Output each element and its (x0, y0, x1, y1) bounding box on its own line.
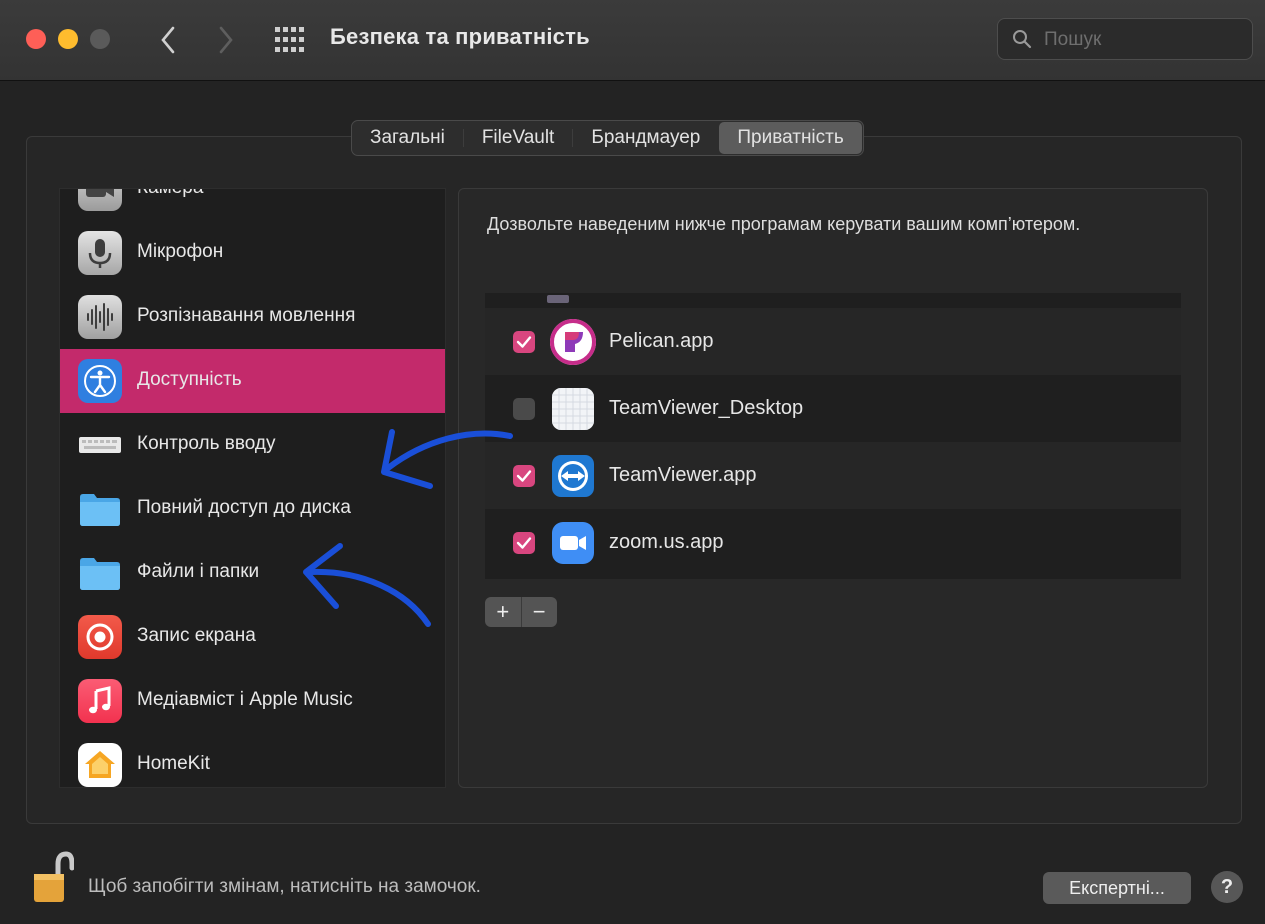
pelican-app-icon (549, 318, 597, 366)
speech-waveform-icon (78, 295, 122, 339)
accessibility-icon (78, 359, 122, 403)
sidebar-item-label: Медіавміст і Apple Music (137, 689, 353, 710)
sidebar-item-label: Файли і папки (137, 561, 260, 582)
teamviewer-icon (549, 452, 597, 500)
lock-hint-text: Щоб запобігти змінам, натисніть на замоч… (88, 876, 481, 897)
sidebar-item-label: Розпізнавання мовлення (137, 305, 356, 326)
sidebar-item-microphone[interactable]: Мікрофон (60, 221, 445, 285)
app-name: Pelican.app (609, 330, 714, 352)
privacy-detail-panel: Дозвольте наведеним нижче програмам керу… (458, 188, 1208, 788)
back-button[interactable] (150, 22, 186, 58)
title-bar: Безпека та приватність (0, 0, 1265, 81)
sidebar-item-media-and-apple-music[interactable]: Медіавміст і Apple Music (60, 669, 445, 733)
unlocked-padlock-icon (34, 851, 75, 902)
tab-general[interactable]: Загальні (352, 121, 463, 155)
sidebar-item-files-and-folders[interactable]: Файли і папки (60, 541, 445, 605)
folder-icon (78, 487, 122, 531)
grid-icon (275, 27, 304, 52)
sidebar-item-label: Мікрофон (137, 241, 224, 262)
close-window-button[interactable] (26, 29, 46, 49)
chevron-right-icon (219, 26, 233, 54)
app-name: zoom.us.app (609, 531, 724, 553)
sidebar-item-label: HomeKit (137, 753, 210, 774)
music-note-icon (78, 679, 122, 723)
tab-filevault[interactable]: FileVault (464, 121, 573, 155)
sidebar-item-input-monitoring[interactable]: Контроль вводу (60, 413, 445, 477)
checkbox-teamviewer[interactable] (513, 465, 535, 487)
sidebar-item-label: Контроль вводу (137, 433, 276, 454)
checkmark-icon (516, 537, 532, 549)
camera-icon (78, 189, 122, 211)
sidebar-item-homekit[interactable]: HomeKit (60, 733, 445, 787)
help-button[interactable]: ? (1211, 871, 1243, 903)
lock-button[interactable] (30, 850, 75, 906)
chevron-left-icon (161, 26, 175, 54)
zoom-icon (549, 519, 597, 567)
sidebar-item-label: Повний доступ до диска (137, 497, 351, 518)
sidebar-item-label: Камера (137, 189, 203, 199)
keyboard-icon (78, 423, 122, 467)
privacy-category-list[interactable]: Камера Мікрофон Розпізнавання мовлення Д… (59, 188, 446, 788)
show-all-grid-button[interactable] (274, 26, 306, 54)
tab-bar: Загальні FileVault Брандмауер Приватніст… (351, 120, 864, 156)
list-item-teamviewer[interactable]: TeamViewer.app (485, 442, 1181, 509)
zoom-window-button[interactable] (90, 29, 110, 49)
tab-privacy[interactable]: Приватність (719, 122, 862, 154)
remove-button[interactable]: − (521, 597, 557, 627)
list-item[interactable] (485, 293, 1181, 308)
tab-firewall[interactable]: Брандмауер (573, 121, 718, 155)
checkmark-icon (516, 470, 532, 482)
checkmark-icon (516, 336, 532, 348)
app-name: TeamViewer.app (609, 464, 757, 486)
sidebar-item-label: Запис екрана (137, 625, 256, 646)
microphone-icon (78, 231, 122, 275)
minimize-window-button[interactable] (58, 29, 78, 49)
checkbox-zoom[interactable] (513, 532, 535, 554)
window-title: Безпека та приватність (330, 24, 590, 49)
blank-app-icon (549, 385, 597, 433)
list-item-pelican[interactable]: Pelican.app (485, 308, 1181, 375)
sidebar-item-label: Доступність (137, 369, 242, 390)
screen-record-icon (78, 615, 122, 659)
panel-description: Дозвольте наведеним нижче програмам керу… (487, 214, 1081, 234)
list-item-zoom[interactable]: zoom.us.app (485, 509, 1181, 576)
sidebar-item-screen-recording[interactable]: Запис екрана (60, 605, 445, 669)
checkbox-teamviewer-desktop[interactable] (513, 398, 535, 420)
home-icon (78, 743, 122, 787)
checkbox[interactable] (547, 295, 569, 303)
forward-button[interactable] (208, 22, 244, 58)
folder-icon (78, 551, 122, 595)
app-name: TeamViewer_Desktop (609, 397, 804, 419)
sidebar-item-camera[interactable]: Камера (60, 189, 445, 221)
add-button[interactable]: + (485, 597, 521, 627)
search-field[interactable] (997, 18, 1253, 60)
list-item-teamviewer-desktop[interactable]: TeamViewer_Desktop (485, 375, 1181, 442)
search-input[interactable] (1042, 27, 1246, 53)
advanced-button[interactable]: Експертні... (1043, 872, 1191, 904)
add-remove-control: + − (485, 597, 557, 627)
checkbox-pelican[interactable] (513, 331, 535, 353)
search-icon (1013, 30, 1032, 49)
app-permission-list[interactable]: Pelican.app TeamViewer_Desktop TeamViewe… (485, 293, 1181, 579)
sidebar-item-speech-recognition[interactable]: Розпізнавання мовлення (60, 285, 445, 349)
sidebar-item-full-disk-access[interactable]: Повний доступ до диска (60, 477, 445, 541)
sidebar-item-accessibility[interactable]: Доступність (60, 349, 445, 413)
